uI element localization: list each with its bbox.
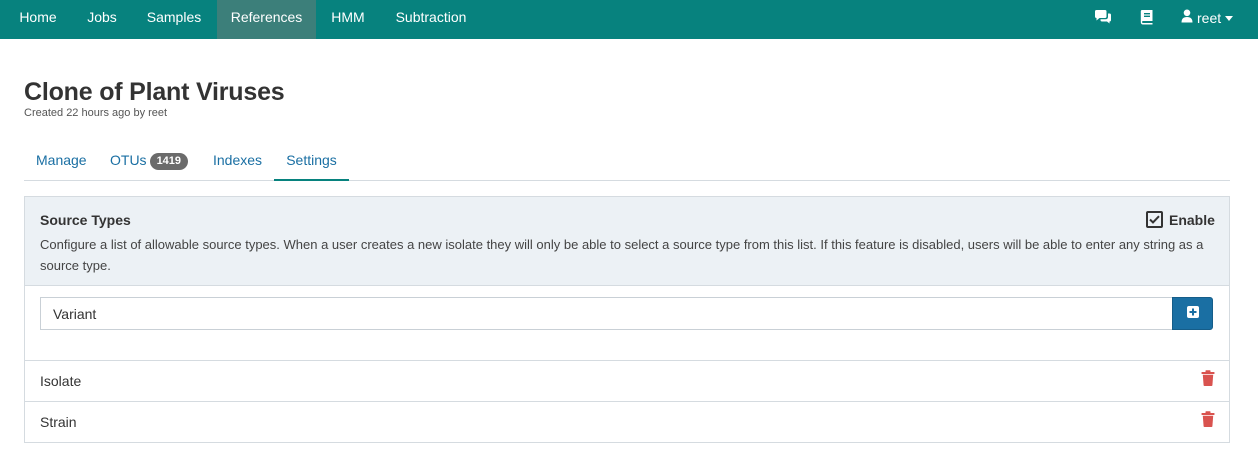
checkbox-checked-icon[interactable]	[1146, 211, 1163, 228]
source-type-label: Isolate	[40, 373, 82, 389]
top-navbar: Home Jobs Samples References HMM Subtrac…	[0, 0, 1258, 39]
enable-toggle[interactable]: Enable	[1146, 211, 1215, 228]
nav-references[interactable]: References	[217, 0, 316, 39]
source-type-label: Strain	[40, 414, 77, 430]
tab-manage-label: Manage	[36, 152, 87, 168]
user-icon	[1181, 9, 1193, 26]
page-subtitle: Created 22 hours ago by reet	[24, 107, 168, 119]
source-types-title: Source Types	[40, 212, 131, 228]
nav-subtraction[interactable]: Subtraction	[380, 0, 482, 39]
enable-label: Enable	[1169, 211, 1215, 228]
otu-count-badge: 1419	[149, 153, 189, 170]
source-types-description: Configure a list of allowable source typ…	[40, 237, 1204, 273]
trash-icon[interactable]	[1201, 370, 1215, 386]
tab-manage[interactable]: Manage	[36, 143, 87, 181]
comments-icon[interactable]	[1094, 8, 1112, 26]
username: reet	[1197, 9, 1222, 26]
source-type-item: Isolate	[25, 360, 1229, 401]
trash-icon[interactable]	[1201, 411, 1215, 427]
book-icon[interactable]	[1138, 8, 1156, 26]
chevron-down-icon	[1225, 15, 1234, 21]
page-title: Clone of Plant Viruses	[24, 78, 285, 106]
plus-square-icon	[1186, 305, 1199, 323]
source-types-header: Source Types Configure a list of allowab…	[25, 197, 1229, 286]
source-type-input[interactable]	[40, 297, 1173, 330]
tab-otus-label: OTUs	[110, 152, 147, 168]
source-type-item: Strain	[25, 401, 1229, 442]
source-types-panel: Source Types Configure a list of allowab…	[24, 196, 1230, 443]
nav-home[interactable]: Home	[6, 0, 70, 39]
tab-indexes[interactable]: Indexes	[213, 143, 262, 181]
user-menu[interactable]: reet	[1181, 0, 1234, 39]
reference-tabs: Manage OTUs 1419 Indexes Settings	[24, 143, 1230, 181]
tab-indexes-label: Indexes	[213, 152, 263, 168]
nav-jobs[interactable]: Jobs	[73, 0, 131, 39]
nav-hmm[interactable]: HMM	[319, 0, 377, 39]
tab-settings-label: Settings	[286, 152, 337, 168]
nav-samples[interactable]: Samples	[134, 0, 214, 39]
add-source-type-button[interactable]	[1172, 297, 1213, 330]
tab-otus[interactable]: OTUs 1419	[110, 143, 189, 181]
tab-settings[interactable]: Settings	[274, 143, 349, 181]
